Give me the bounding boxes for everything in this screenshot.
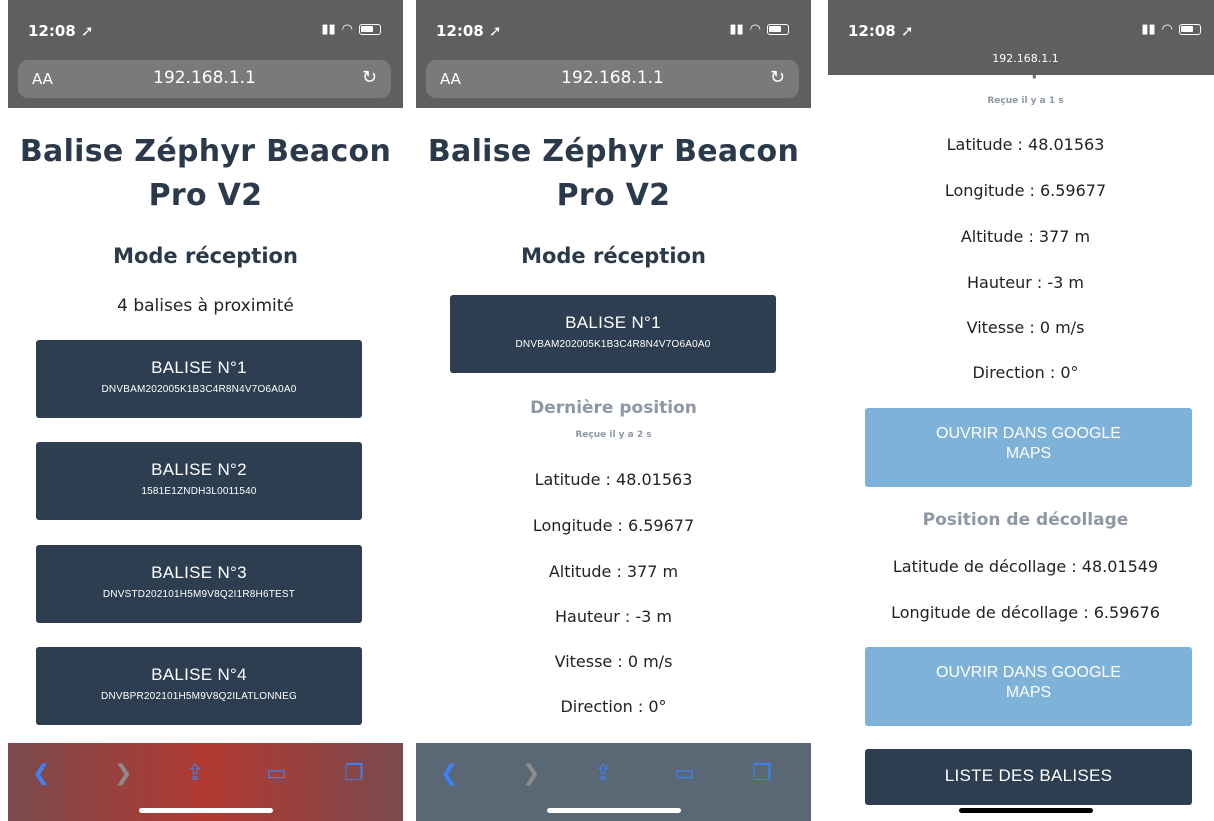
mode-heading: Mode réception: [521, 244, 706, 268]
beacon-name: BALISE N°2: [151, 460, 247, 479]
open-google-maps-takeoff-button[interactable]: OUVRIR DANS GOOGLE MAPS: [865, 647, 1192, 726]
takeoff-heading: Position de décollage: [922, 510, 1129, 530]
url-text: 192.168.1.1: [153, 68, 256, 88]
signal-icon: ▮▮: [321, 22, 336, 37]
takeoff-longitude-text: Longitude de décollage : 6.59676: [891, 603, 1160, 622]
latitude-text: Latitude : 48.01563: [534, 470, 693, 489]
forward-icon[interactable]: ❯: [114, 761, 132, 786]
beacon-button-4[interactable]: BALISE N°4 DNVBPR202101H5M9V8Q2ILATLONNE…: [36, 647, 362, 725]
beacon-button-2[interactable]: BALISE N°2 1581E1ZNDH3L0011540: [36, 442, 362, 520]
share-icon[interactable]: ⇪: [594, 761, 612, 786]
takeoff-latitude-text: Latitude de décollage : 48.01549: [892, 557, 1159, 576]
status-time: 12:08 ➚: [436, 22, 502, 40]
home-indicator: [138, 808, 273, 813]
beacon-id: DNVBAM202005K1B3C4R8N4V7O6A0A0: [101, 384, 297, 395]
phone-screen-beacon-detail: 12:08 ➚ ▮▮ ◠ AA 192.168.1.1 ↻ Balise Zép…: [416, 0, 811, 821]
status-bar: 12:08 ➚ ▮▮ ◠: [8, 0, 403, 46]
status-time: 12:08 ➚: [848, 22, 914, 40]
status-icons: ▮▮ ◠: [1141, 22, 1201, 37]
direction-text: Direction : 0°: [972, 363, 1079, 382]
height-text: Hauteur : -3 m: [967, 273, 1084, 292]
longitude-text: Longitude : 6.59677: [944, 181, 1107, 200]
browser-chrome: AA 192.168.1.1 ↻: [416, 46, 811, 108]
phone-screen-scrolled-detail: Dernière position 12:08 ➚ ▮▮ ◠ 192.168.1…: [828, 0, 1214, 821]
altitude-text: Altitude : 377 m: [960, 227, 1091, 246]
beacon-id: DNVBPR202101H5M9V8Q2ILATLONNEG: [101, 691, 297, 702]
beacon-count: 4 balises à proximité: [117, 296, 294, 316]
status-icons: ▮▮ ◠: [729, 22, 789, 37]
beacon-id: DNVSTD202101H5M9V8Q2I1R8H6TEST: [102, 589, 296, 600]
battery-icon: [767, 24, 789, 35]
wifi-icon: ◠: [1161, 22, 1173, 37]
location-icon: ➚: [488, 22, 502, 40]
location-icon: ➚: [80, 22, 94, 40]
address-bar[interactable]: AA 192.168.1.1 ↻: [426, 60, 799, 98]
forward-icon[interactable]: ❯: [522, 761, 540, 786]
signal-icon: ▮▮: [1141, 22, 1156, 37]
url-text: 192.168.1.1: [561, 68, 664, 88]
open-google-maps-button[interactable]: OUVRIR DANS GOOGLE MAPS: [865, 408, 1192, 487]
url-text[interactable]: 192.168.1.1: [828, 52, 1214, 65]
beacon-button-1[interactable]: BALISE N°1 DNVBAM202005K1B3C4R8N4V7O6A0A…: [36, 340, 362, 418]
height-text: Hauteur : -3 m: [555, 607, 672, 626]
location-icon: ➚: [900, 22, 914, 40]
bookmarks-icon[interactable]: ▭: [674, 761, 695, 786]
tabs-icon[interactable]: ❐: [344, 761, 364, 786]
beacon-id: DNVBAM202005K1B3C4R8N4V7O6A0A0: [515, 339, 711, 350]
received-note: Reçue il y a 1 s: [987, 96, 1064, 106]
status-bar: 12:08 ➚ ▮▮ ◠: [416, 0, 811, 46]
reload-icon[interactable]: ↻: [770, 67, 785, 88]
beacon-button-3[interactable]: BALISE N°3 DNVSTD202101H5M9V8Q2I1R8H6TES…: [36, 545, 362, 623]
speed-text: Vitesse : 0 m/s: [554, 652, 673, 671]
longitude-text: Longitude : 6.59677: [532, 516, 695, 535]
browser-chrome: AA 192.168.1.1 ↻: [8, 46, 403, 108]
beacon-name: BALISE N°3: [151, 563, 247, 582]
beacon-id: 1581E1ZNDH3L0011540: [141, 486, 257, 497]
browser-toolbar: ❮ ❯ ⇪ ▭ ❐: [416, 743, 811, 821]
beacon-button-1[interactable]: BALISE N°1 DNVBAM202005K1B3C4R8N4V7O6A0A…: [450, 295, 776, 373]
page-title: Balise Zéphyr Beacon Pro V2: [427, 134, 800, 213]
received-note: Reçue il y a 2 s: [575, 430, 652, 440]
mode-heading: Mode réception: [113, 244, 298, 268]
browser-toolbar: ❮ ❯ ⇪ ▭ ❐: [8, 743, 403, 821]
beacon-name: BALISE N°1: [151, 358, 247, 377]
direction-text: Direction : 0°: [560, 697, 667, 716]
beacon-name: BALISE N°1: [565, 313, 661, 332]
signal-icon: ▮▮: [729, 22, 744, 37]
beacon-list-button[interactable]: LISTE DES BALISES: [865, 749, 1192, 805]
speed-text: Vitesse : 0 m/s: [966, 318, 1085, 337]
share-icon[interactable]: ⇪: [186, 761, 204, 786]
beacon-name: BALISE N°4: [151, 665, 247, 684]
status-time: 12:08 ➚: [28, 22, 94, 40]
page-title: Balise Zéphyr Beacon Pro V2: [19, 134, 392, 213]
reload-icon[interactable]: ↻: [362, 67, 377, 88]
back-icon[interactable]: ❮: [32, 761, 50, 786]
last-position-heading: Dernière position: [530, 398, 697, 418]
altitude-text: Altitude : 377 m: [548, 562, 679, 581]
address-bar[interactable]: AA 192.168.1.1 ↻: [18, 60, 391, 98]
phone-screen-beacon-list: 12:08 ➚ ▮▮ ◠ AA 192.168.1.1 ↻ Balise Zép…: [8, 0, 403, 821]
bookmarks-icon[interactable]: ▭: [266, 761, 287, 786]
wifi-icon: ◠: [749, 22, 761, 37]
status-icons: ▮▮ ◠: [321, 22, 381, 37]
tabs-icon[interactable]: ❐: [752, 761, 772, 786]
home-indicator: [958, 808, 1093, 813]
wifi-icon: ◠: [341, 22, 353, 37]
back-icon[interactable]: ❮: [440, 761, 458, 786]
status-bar: 12:08 ➚ ▮▮ ◠ 192.168.1.1: [828, 0, 1214, 75]
home-indicator: [546, 808, 681, 813]
battery-icon: [1179, 24, 1201, 35]
battery-icon: [359, 24, 381, 35]
latitude-text: Latitude : 48.01563: [946, 135, 1105, 154]
